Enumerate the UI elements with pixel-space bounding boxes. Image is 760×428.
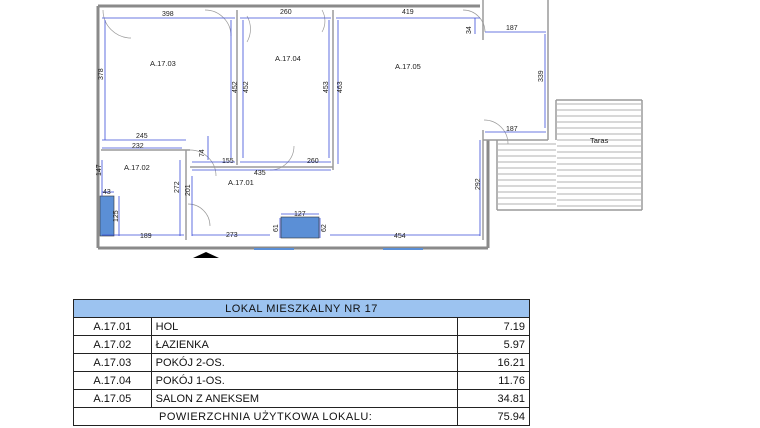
dimension-lines [101, 17, 546, 238]
room-code: A.17.04 [73, 371, 152, 390]
room-label: A.17.03 [150, 59, 176, 68]
dimension-label: 260 [280, 9, 292, 16]
terrace-hatching [498, 103, 641, 207]
dimension-label: 61 [273, 224, 280, 232]
dimension-label: 454 [394, 233, 406, 240]
room-area: 11.76 [457, 371, 530, 390]
dimension-label: 187 [506, 25, 518, 32]
room-label: A.17.02 [124, 163, 150, 172]
dimension-label: 292 [475, 178, 482, 190]
dimension-label: 339 [538, 70, 545, 82]
table-title: LOKAL MIESZKALNY NR 17 [73, 299, 530, 318]
room-label: A.17.04 [275, 54, 301, 63]
dimension-label: 435 [254, 170, 266, 177]
dimension-label: 43 [103, 189, 111, 196]
room-name: ŁAZIENKA [150, 335, 459, 354]
room-code: A.17.01 [73, 317, 152, 336]
room-name: POKÓJ 2-OS. [150, 353, 459, 372]
terrace-label: Taras [590, 136, 609, 145]
total-label: POWIERZCHNIA UŻYTKOWA LOKALU: [72, 407, 459, 426]
dimension-label: 272 [174, 181, 181, 193]
dimension-label: 127 [294, 211, 306, 218]
dimension-label: 232 [132, 143, 144, 150]
dimension-label: 453 [323, 81, 330, 93]
dimension-label: 452 [232, 81, 239, 93]
dimension-label: 34 [466, 26, 473, 34]
room-area: 34.81 [457, 389, 530, 408]
room-code: A.17.02 [73, 335, 152, 354]
table-row: A.17.05 SALON Z ANEKSEM 34.81 [73, 389, 530, 408]
dimension-label: 189 [140, 233, 152, 240]
table-row: A.17.02 ŁAZIENKA 5.97 [73, 335, 530, 354]
room-label: A.17.05 [395, 62, 421, 71]
room-code: A.17.03 [73, 353, 152, 372]
room-name: SALON Z ANEKSEM [150, 389, 459, 408]
dimension-label: 245 [136, 133, 148, 140]
bathtub-fixture [99, 195, 115, 237]
dimension-label: 62 [321, 224, 328, 232]
table-total-row: POWIERZCHNIA UŻYTKOWA LOKALU: 75.94 [72, 407, 530, 426]
room-label: A.17.01 [228, 178, 254, 187]
dimension-label: 419 [402, 9, 414, 16]
table-header-row: LOKAL MIESZKALNY NR 17 [73, 299, 530, 318]
dimension-label: 155 [222, 158, 234, 165]
table-row: A.17.04 POKÓJ 1-OS. 11.76 [73, 371, 530, 390]
table-row: A.17.01 HOL 7.19 [73, 317, 530, 336]
entrance-arrow-icon [193, 252, 219, 258]
dimension-label: 398 [162, 11, 174, 18]
kitchen-counter-fixture [280, 216, 320, 239]
dimension-label: 463 [337, 81, 344, 93]
dimension-label: 273 [226, 232, 238, 239]
total-area: 75.94 [457, 407, 530, 426]
room-area: 5.97 [457, 335, 530, 354]
door-swings [102, 9, 509, 227]
dimension-label: 201 [185, 184, 192, 196]
dimension-label: 125 [113, 210, 120, 222]
floor-plan: A.17.03 A.17.04 A.17.05 A.17.02 A.17.01 … [96, 0, 643, 258]
dimension-label: 452 [243, 81, 250, 93]
room-area: 16.21 [457, 353, 530, 372]
area-table: LOKAL MIESZKALNY NR 17 A.17.01 HOL 7.19 … [72, 299, 530, 426]
dimension-label: 187 [506, 126, 518, 133]
room-name: POKÓJ 1-OS. [150, 371, 459, 390]
dimension-label: 74 [199, 149, 206, 157]
room-code: A.17.05 [73, 389, 152, 408]
dimension-label: 260 [307, 158, 319, 165]
dimension-label: 147 [96, 164, 103, 176]
dimension-label: 378 [98, 68, 105, 80]
table-row: A.17.03 POKÓJ 2-OS. 16.21 [73, 353, 530, 372]
room-name: HOL [150, 317, 459, 336]
room-area: 7.19 [457, 317, 530, 336]
